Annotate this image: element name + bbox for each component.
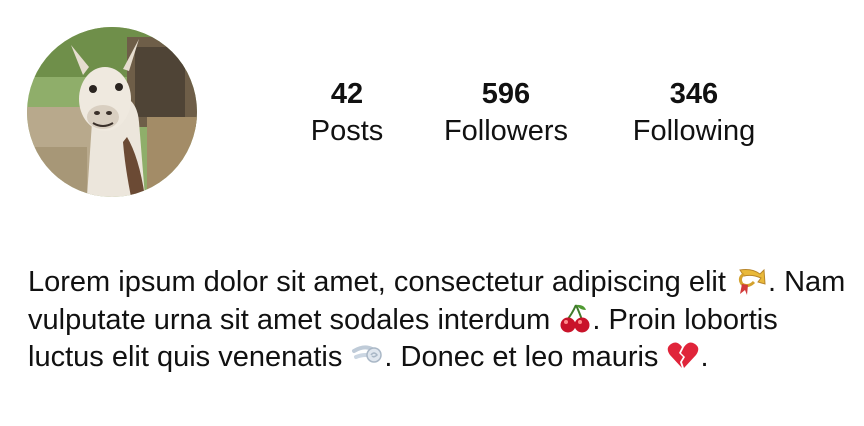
posts-count: 42 (330, 78, 364, 110)
following-count: 346 (669, 78, 719, 110)
cherries-icon (558, 302, 592, 334)
followers-label: Followers (443, 115, 569, 147)
profile-bio: Lorem ipsum dolor sit amet, consectetur … (28, 264, 848, 377)
bio-text: . (700, 341, 709, 373)
postal-horn-icon (734, 264, 768, 296)
stat-followers[interactable]: 596 Followers (421, 76, 591, 150)
avatar[interactable] (27, 27, 197, 197)
profile-header: 42 Posts 596 Followers 346 Following (0, 0, 864, 220)
bio-text: Lorem ipsum dolor sit amet, consectetur … (28, 266, 734, 298)
stat-following[interactable]: 346 Following (609, 76, 779, 150)
bio-text: . Donec et leo mauris (384, 341, 667, 373)
stat-posts[interactable]: 42 Posts (262, 76, 432, 150)
llama-photo-icon (27, 27, 197, 197)
followers-count: 596 (481, 78, 531, 110)
posts-label: Posts (310, 115, 384, 147)
broken-heart-icon (666, 339, 700, 371)
dash-icon (350, 339, 384, 371)
following-label: Following (632, 115, 756, 147)
